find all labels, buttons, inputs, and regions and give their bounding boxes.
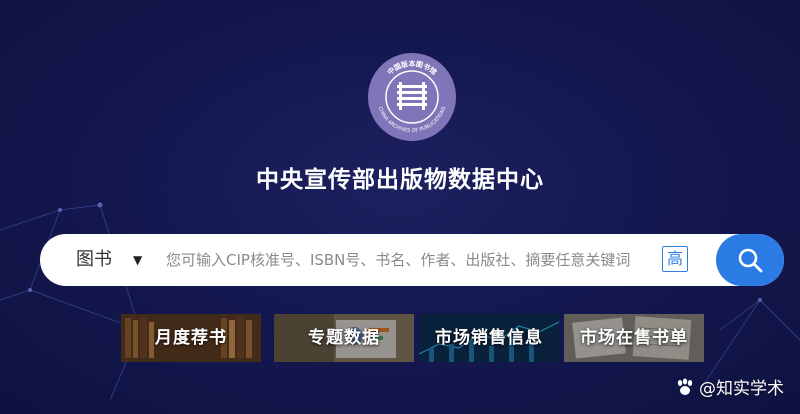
search-icon <box>738 248 763 273</box>
tile-monthly-recommend[interactable]: 月度荐书 <box>121 314 261 362</box>
tile-market-booklist[interactable]: 市场在售书单 <box>564 314 704 362</box>
search-button[interactable] <box>716 234 784 286</box>
tile-label: 市场销售信息 <box>435 328 543 348</box>
search-input[interactable] <box>162 244 666 276</box>
paw-icon <box>677 378 693 395</box>
advanced-search-button[interactable]: 高 <box>662 246 688 272</box>
watermark-text: @知实学术 <box>699 379 784 399</box>
archives-logo: 中国版本图书馆 CHINA ARCHIVES OF PUBLICATIONS <box>368 53 456 141</box>
tile-label: 月度荐书 <box>155 328 227 348</box>
search-bar: 图书 ▼ 高 <box>40 234 784 286</box>
tile-label: 市场在售书单 <box>580 328 688 348</box>
watermark: @知实学术 <box>675 374 784 399</box>
page-title: 中央宣传部出版物数据中心 <box>256 167 544 193</box>
tile-topic-data[interactable]: 专题数据 <box>274 314 414 362</box>
tile-label: 专题数据 <box>308 328 380 348</box>
category-select[interactable]: 图书 <box>76 234 112 286</box>
tile-market-sales[interactable]: 市场销售信息 <box>419 314 559 362</box>
caret-down-icon[interactable]: ▼ <box>133 234 142 286</box>
